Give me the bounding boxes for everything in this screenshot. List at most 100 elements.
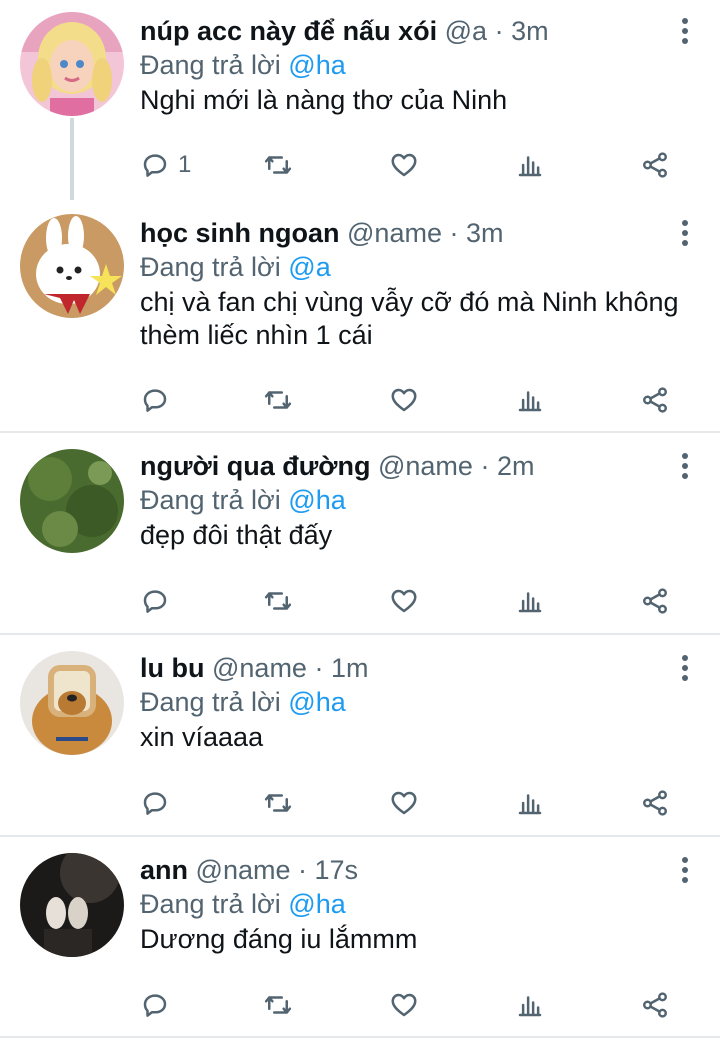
analytics-button[interactable] [515,987,545,1023]
more-options-icon[interactable] [680,18,690,48]
retweet-icon [264,156,292,174]
avatar[interactable] [20,651,124,755]
avatar[interactable] [20,449,124,553]
display-name[interactable]: ann [140,855,188,885]
tweet[interactable]: học sinh ngoan @name · 3m Đang trả lời @… [0,200,720,430]
reply-icon [143,792,167,815]
mention-link[interactable]: @a [288,252,330,282]
more-options-icon[interactable] [680,655,690,685]
share-button[interactable] [640,382,670,418]
retweet-icon [264,996,292,1014]
timestamp[interactable]: 2m [497,451,535,481]
reply-icon [143,590,167,613]
separator-dot: · [494,16,504,46]
tweet[interactable]: ann @name · 17s Đang trả lời @ha Dương đ… [0,837,720,1036]
retweet-icon [264,391,292,409]
retweet-icon [264,794,292,812]
display-name[interactable]: lu bu [140,653,204,683]
analytics-icon [518,996,542,1017]
action-bar [140,583,680,619]
retweet-button[interactable] [263,785,293,821]
avatar[interactable] [20,12,124,116]
replying-to: Đang trả lời @ha [140,887,700,921]
mention-link[interactable]: @ha [288,485,345,515]
heart-icon [391,388,417,412]
more-options-icon[interactable] [680,220,690,250]
replying-to-label: Đang trả lời [140,889,281,919]
analytics-button[interactable] [515,147,545,183]
tweet[interactable]: người qua đường @name · 2m Đang trả lời … [0,433,720,633]
reply-button[interactable]: 1 [140,147,191,183]
mention-link[interactable]: @ha [288,50,345,80]
replying-to-label: Đang trả lời [140,687,281,717]
retweet-button[interactable] [263,987,293,1023]
analytics-button[interactable] [515,382,545,418]
retweet-button[interactable] [263,583,293,619]
replying-to: Đang trả lời @ha [140,685,700,719]
user-handle[interactable]: @name [378,451,473,481]
tweet-header: núp acc này để nấu xói @a · 3m [140,14,700,48]
display-name[interactable]: học sinh ngoan [140,218,340,248]
mention-link[interactable]: @ha [288,889,345,919]
retweet-icon [264,592,292,610]
reply-icon [143,994,167,1017]
timestamp[interactable]: 3m [511,16,549,46]
replying-to: Đang trả lời @a [140,250,700,284]
tweet-header: học sinh ngoan @name · 3m [140,216,700,250]
replying-to: Đang trả lời @ha [140,483,700,517]
reply-button[interactable] [140,785,178,821]
like-button[interactable] [389,147,419,183]
reply-button[interactable] [140,583,178,619]
like-button[interactable] [389,583,419,619]
separator-dot: · [314,653,324,683]
tweet-text: Dương đáng iu lắmmm [140,924,418,954]
more-options-icon[interactable] [680,453,690,483]
timestamp[interactable]: 1m [331,653,369,683]
like-button[interactable] [389,382,419,418]
more-options-icon[interactable] [680,857,690,887]
analytics-button[interactable] [515,583,545,619]
share-icon [643,588,667,614]
user-handle[interactable]: @name [347,218,442,248]
timestamp[interactable]: 3m [466,218,504,248]
share-button[interactable] [640,583,670,619]
share-button[interactable] [640,987,670,1023]
tweet[interactable]: lu bu @name · 1m Đang trả lời @ha xin ví… [0,635,720,835]
heart-icon [391,589,417,613]
action-bar: 1 [140,147,680,183]
mention-link[interactable]: @ha [288,687,345,717]
tweet-text: xin víaaaa [140,722,264,752]
reply-button[interactable] [140,987,178,1023]
tweet-text: chị và fan chị vùng vẫy cỡ đó mà Ninh kh… [140,287,679,350]
display-name[interactable]: núp acc này để nấu xói [140,16,437,46]
like-button[interactable] [389,785,419,821]
analytics-button[interactable] [515,785,545,821]
reply-button[interactable] [140,382,178,418]
reply-icon [143,154,167,177]
replying-to-label: Đang trả lời [140,485,281,515]
user-handle[interactable]: @name [212,653,307,683]
tweet-text: đẹp đôi thật đấy [140,520,333,550]
share-button[interactable] [640,785,670,821]
tweet[interactable]: núp acc này để nấu xói @a · 3m Đang trả … [0,0,720,200]
heart-icon [391,153,417,177]
share-icon [643,790,667,816]
avatar[interactable] [20,214,124,318]
replying-to-label: Đang trả lời [140,50,281,80]
share-button[interactable] [640,147,670,183]
analytics-icon [518,592,542,613]
tweet-header: ann @name · 17s [140,853,700,887]
analytics-icon [518,794,542,815]
share-icon [643,152,667,178]
user-handle[interactable]: @name [196,855,291,885]
like-button[interactable] [389,987,419,1023]
display-name[interactable]: người qua đường [140,451,370,481]
user-handle[interactable]: @a [445,16,487,46]
action-bar [140,987,680,1023]
heart-icon [391,791,417,815]
action-bar [140,785,680,821]
retweet-button[interactable] [263,382,293,418]
avatar[interactable] [20,853,124,957]
retweet-button[interactable] [263,147,293,183]
timestamp[interactable]: 17s [315,855,359,885]
